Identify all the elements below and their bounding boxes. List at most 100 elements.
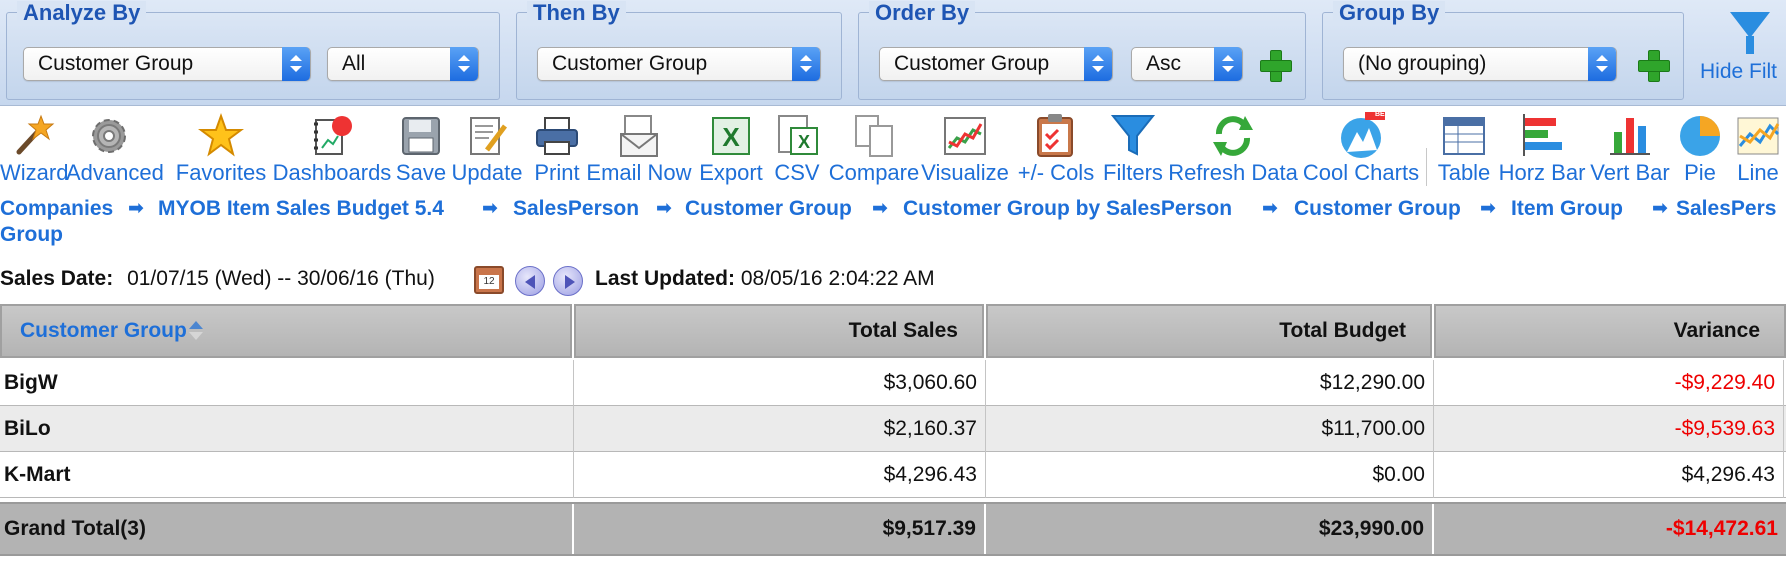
then-by-select[interactable]: Customer Group [537, 47, 821, 81]
visualize-button[interactable]: Visualize [920, 106, 1010, 190]
analyze-by-group: Analyze By Customer Group All [6, 1, 500, 100]
customer-group-cell[interactable]: BiLo [0, 406, 574, 452]
hide-filter-button[interactable]: Hide Filt [1694, 8, 1786, 88]
column-header-customer-group[interactable]: Customer Group [0, 304, 572, 358]
total-sales-cell: $3,060.60 [574, 360, 986, 406]
previous-period-button[interactable] [515, 266, 545, 296]
print-label: Print [534, 160, 580, 185]
arrow-right-icon: ➡ [482, 198, 498, 219]
save-button[interactable]: Save [392, 106, 450, 190]
export-button[interactable]: X Export [696, 106, 766, 190]
sort-icon [188, 320, 203, 342]
update-button[interactable]: Update [450, 106, 524, 190]
order-by-legend: Order By [869, 1, 976, 25]
column-header-total-sales[interactable]: Total Sales [574, 304, 984, 358]
column-header-variance[interactable]: Variance [1434, 304, 1786, 358]
wand-icon [16, 114, 55, 155]
favorites-button[interactable]: Favorites [174, 106, 268, 190]
breadcrumb-customer-group-2[interactable]: Customer Group [1294, 196, 1461, 222]
select-stepper-icon [1084, 47, 1112, 81]
last-updated-value: 08/05/16 2:04:22 AM [740, 267, 935, 290]
dashboard-icon [314, 116, 352, 155]
breadcrumb-customer-group-by-salesperson[interactable]: Customer Group by SalesPerson [903, 196, 1232, 222]
customer-group-cell[interactable]: BigW [0, 360, 574, 406]
calendar-day: 12 [479, 275, 499, 289]
breadcrumb-item-group[interactable]: Item Group [1511, 196, 1623, 222]
compare-label: Compare [828, 160, 920, 185]
pie-button[interactable]: Pie [1674, 106, 1726, 190]
select-stepper-icon [282, 47, 310, 81]
arrow-right-icon: ➡ [872, 198, 888, 219]
grand-total-sales: $9,517.39 [574, 504, 986, 554]
arrow-right-icon: ➡ [1262, 198, 1278, 219]
favorites-label: Favorites [175, 160, 267, 185]
last-updated-line: Last Updated: 08/05/16 2:04:22 AM [595, 264, 1015, 294]
select-stepper-icon [1214, 47, 1242, 81]
dashboards-button[interactable]: Dashboards [272, 106, 392, 190]
cool-charts-button[interactable]: BETA Cool Charts [1302, 106, 1420, 190]
compare-button[interactable]: Compare [828, 106, 920, 190]
group-by-select[interactable]: (No grouping) [1343, 47, 1617, 81]
calendar-icon[interactable]: 12 [474, 266, 504, 294]
add-order-button[interactable] [1259, 49, 1292, 82]
arrow-right-icon: ➡ [656, 198, 672, 219]
pie-label: Pie [1684, 160, 1716, 185]
order-by-select[interactable]: Customer Group [879, 47, 1113, 81]
arrow-right-icon: ➡ [1480, 198, 1496, 219]
column-header-total-budget[interactable]: Total Budget [986, 304, 1432, 358]
vert-bar-label: Vert Bar [1590, 160, 1670, 185]
breadcrumb-salesperson-2[interactable]: SalesPers [1676, 196, 1786, 222]
gear-icon [92, 119, 126, 153]
next-period-button[interactable] [553, 266, 583, 296]
refresh-data-label: Refresh Data [1168, 160, 1298, 185]
email-now-label: Email Now [586, 160, 692, 185]
breadcrumb-salesperson[interactable]: SalesPerson [513, 196, 639, 222]
order-direction-select[interactable]: Asc [1131, 47, 1243, 81]
print-button[interactable]: Print [526, 106, 588, 190]
table-view-button[interactable]: Table [1432, 106, 1496, 190]
variance-cell: $4,296.43 [1434, 452, 1784, 498]
grand-total-row: Grand Total(3) $9,517.39 $23,990.00 -$14… [0, 502, 1786, 556]
select-stepper-icon [792, 47, 820, 81]
variance-cell: -$9,539.63 [1434, 406, 1784, 452]
horz-bar-button[interactable]: Horz Bar [1496, 106, 1588, 190]
email-now-button[interactable]: Email Now [584, 106, 694, 190]
line-chart-icon [944, 117, 986, 155]
analyze-by-select[interactable]: Customer Group [23, 47, 311, 81]
wizard-label: Wizard [0, 160, 69, 185]
horizontal-bar-chart-icon [1523, 114, 1562, 156]
wizard-button[interactable]: Wizard [0, 106, 69, 190]
visualize-label: Visualize [921, 160, 1009, 185]
advanced-button[interactable]: Advanced [66, 106, 164, 190]
table-row: BigW $3,060.60 $12,290.00 -$9,229.40 [0, 360, 1786, 406]
filter-icon [1110, 115, 1156, 156]
cols-button[interactable]: +/- Cols [1012, 106, 1100, 190]
add-group-button[interactable] [1637, 49, 1670, 82]
filters-button[interactable]: Filters [1100, 106, 1166, 190]
breadcrumb-group[interactable]: Group [0, 222, 63, 248]
order-by-group: Order By Customer Group Asc [858, 1, 1306, 100]
analyze-by-legend: Analyze By [17, 1, 147, 25]
analyze-by-value: Customer Group [38, 52, 194, 75]
breadcrumb-report[interactable]: MYOB Item Sales Budget 5.4 [158, 196, 444, 222]
refresh-data-button[interactable]: Refresh Data [1168, 106, 1298, 190]
total-sales-cell: $4,296.43 [574, 452, 986, 498]
select-stepper-icon [1588, 47, 1616, 81]
csv-button[interactable]: X CSV [766, 106, 828, 190]
breadcrumb-customer-group[interactable]: Customer Group [685, 196, 852, 222]
last-updated-label: Last Updated: [595, 267, 736, 290]
grand-total-budget: $23,990.00 [986, 504, 1434, 554]
table-row: K-Mart $4,296.43 $0.00 $4,296.43 [0, 452, 1786, 498]
breadcrumb-companies[interactable]: Companies [0, 196, 113, 222]
printer-icon [536, 117, 578, 155]
analyze-by-filter-select[interactable]: All [327, 47, 479, 81]
excel-icon: X [712, 117, 750, 155]
line-button[interactable]: Line [1732, 106, 1784, 190]
order-direction-value: Asc [1146, 52, 1182, 75]
customer-group-cell[interactable]: K-Mart [0, 452, 574, 498]
toolbar: Wizard Advanced Favorites Dashboards Sav… [0, 106, 1786, 190]
filters-label: Filters [1103, 160, 1163, 185]
total-sales-cell: $2,160.37 [574, 406, 986, 452]
vert-bar-button[interactable]: Vert Bar [1586, 106, 1674, 190]
csv-label: CSV [774, 160, 820, 185]
